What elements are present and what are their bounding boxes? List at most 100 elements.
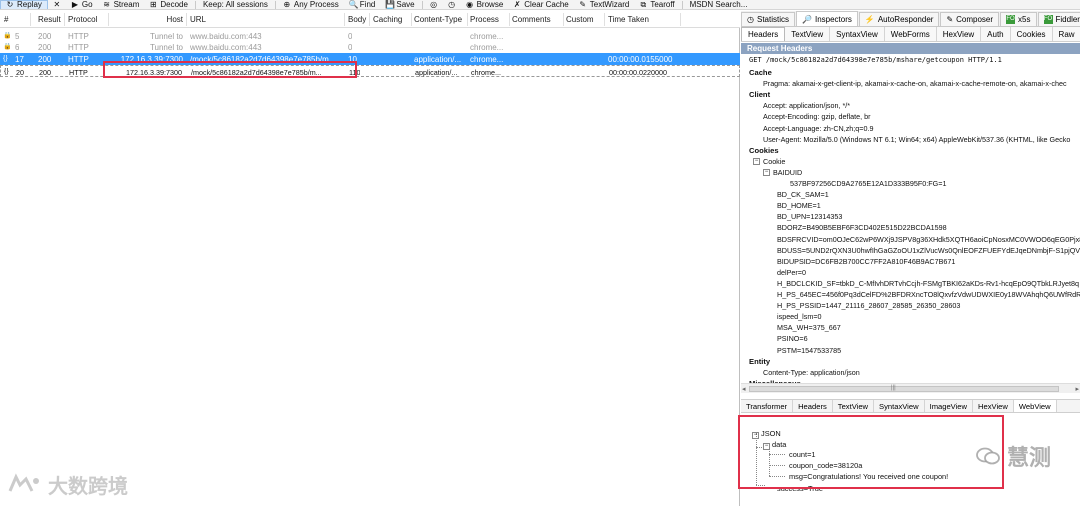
response-tab-imageview[interactable]: ImageView: [925, 400, 974, 412]
toolbar-item-stream[interactable]: ≋ Stream: [98, 0, 145, 9]
header-tree-node[interactable]: − BAIDUID: [763, 168, 802, 177]
header-entry[interactable]: PSINO=6: [777, 334, 808, 343]
column-divider[interactable]: [64, 13, 65, 26]
json-msg[interactable]: msg=Congratulations! You received one co…: [789, 472, 948, 481]
header-entry[interactable]: H_PS_645EC=456f0Pq3dCelFD%2BFDRXncTO8lQx…: [777, 290, 1080, 299]
column-divider[interactable]: [563, 13, 564, 26]
toolbar-item-decode[interactable]: ⊞ Decode: [144, 0, 193, 9]
header-entry[interactable]: MSA_WH=375_667: [777, 323, 841, 332]
tab-autoresponder[interactable]: ⚡ AutoResponder: [858, 12, 940, 26]
column-header-custom[interactable]: Custom: [566, 15, 594, 24]
toolbar-item-tearoff[interactable]: ⧉ Tearoff: [634, 0, 679, 9]
tab-composer[interactable]: ✎ Composer: [940, 12, 1000, 26]
column-header-protocol[interactable]: Protocol: [68, 15, 97, 24]
column-divider[interactable]: [467, 13, 468, 26]
column-divider[interactable]: [604, 13, 605, 26]
toolbar-item-remove[interactable]: ✕: [48, 0, 66, 9]
header-entry[interactable]: User-Agent: Mozilla/5.0 (Windows NT 6.1;…: [763, 135, 1070, 144]
response-tab-transformer[interactable]: Transformer: [741, 400, 794, 412]
toolbar-item-clear-cache[interactable]: ✗ Clear Cache: [508, 0, 573, 9]
header-entry[interactable]: Accept-Language: zh-CN,zh;q=0.9: [763, 124, 873, 133]
scroll-left-icon[interactable]: ◂: [742, 385, 746, 393]
column-header-content-type[interactable]: Content-Type: [414, 15, 462, 24]
request-tab-webforms[interactable]: WebForms: [885, 27, 937, 41]
scroll-right-icon[interactable]: ▸: [1075, 385, 1079, 393]
column-divider[interactable]: [344, 13, 345, 26]
request-tab-cookies[interactable]: Cookies: [1011, 27, 1053, 41]
toolbar-item-camera[interactable]: ◎: [425, 0, 443, 9]
tab-statistics[interactable]: ◷ Statistics: [741, 12, 795, 26]
tab-inspectors[interactable]: 🔎 Inspectors: [796, 11, 858, 26]
collapse-toggle-icon[interactable]: −: [763, 169, 770, 177]
column-divider[interactable]: [108, 13, 109, 26]
session-row[interactable]: 🔒 6 200 HTTP Tunnel to www.baidu.com:443 0 chro…: [0, 41, 740, 53]
session-row[interactable]: {} 17 200 HTTP 172.16.3.39:7300/mock/5c86182…: [0, 53, 740, 65]
scrollbar-thumb[interactable]: [749, 386, 1059, 392]
header-entry[interactable]: H_PS_PSSID=1447_21116_28607_28585_26350_…: [777, 301, 960, 310]
header-entry[interactable]: BD_UPN=12314353: [777, 212, 842, 221]
toolbar-item-replay[interactable]: ↻ Replay: [0, 0, 48, 9]
header-entry[interactable]: H_BDCLCKID_SF=tbkD_C-MfIvhDRTvhCcjh-FSMg…: [777, 279, 1079, 288]
column-header-url[interactable]: URL: [190, 15, 206, 24]
header-entry[interactable]: Accept-Encoding: gzip, deflate, br: [763, 112, 870, 121]
tab-fiddler-orche[interactable]: FOFiddler Orche: [1037, 12, 1080, 26]
horizontal-scrollbar[interactable]: ◂ ||| ▸: [741, 383, 1080, 393]
response-tab-textview[interactable]: TextView: [833, 400, 875, 412]
toolbar-item-timer[interactable]: ◷: [443, 0, 461, 9]
toolbar-item-find[interactable]: 🔍 Find: [344, 0, 381, 9]
json-root-node[interactable]: − JSON: [752, 429, 781, 439]
toolbar-item-browse[interactable]: ◉ Browse: [461, 0, 509, 9]
column-header-process[interactable]: Process: [470, 15, 499, 24]
json-coupon-code[interactable]: coupon_code=38120a: [789, 461, 862, 470]
json-count[interactable]: count=1: [789, 450, 816, 459]
header-entry[interactable]: Pragma: akamai-x-get-client-ip, akamai-x…: [763, 79, 1067, 88]
response-tab-headers[interactable]: Headers: [793, 400, 833, 412]
column-divider[interactable]: [369, 13, 370, 26]
header-entry[interactable]: BDUSS=5UND2rQXN3U0hwfIhGaGZoOU1xZlVucWs0…: [777, 246, 1080, 255]
column-header-result[interactable]: Result: [38, 15, 61, 24]
collapse-toggle-icon[interactable]: −: [753, 158, 760, 166]
header-entry[interactable]: PSTM=1547533785: [777, 346, 841, 355]
header-entry[interactable]: delPer=0: [777, 268, 806, 277]
column-divider[interactable]: [411, 13, 412, 26]
request-tab-headers[interactable]: Headers: [741, 27, 786, 41]
column-divider[interactable]: [30, 13, 31, 26]
request-tab-textview[interactable]: TextView: [785, 27, 831, 41]
json-success[interactable]: success=True: [777, 484, 823, 493]
toolbar-item-textwizard[interactable]: ✎ TextWizard: [574, 0, 635, 9]
request-tab-raw[interactable]: Raw: [1053, 27, 1080, 41]
column-header-caching[interactable]: Caching: [373, 15, 402, 24]
header-entry[interactable]: BDSFRCVID=om0OJeC62wP6WXj9JSPV8g36XHdk5X…: [777, 235, 1080, 244]
header-entry[interactable]: ispeed_lsm=0: [777, 312, 822, 321]
response-tab-hexview[interactable]: HexView: [973, 400, 1014, 412]
column-divider[interactable]: [186, 13, 187, 26]
header-tree-node[interactable]: − Cookie: [753, 157, 785, 166]
header-entry[interactable]: BDORZ=B490B5EBF6F3CD402E515D22BCDA1598: [777, 223, 947, 232]
json-data-node[interactable]: − data: [763, 440, 786, 450]
toolbar-item-save[interactable]: 💾 Save: [380, 0, 419, 9]
header-entry[interactable]: BD_CK_SAM=1: [777, 190, 829, 199]
header-entry[interactable]: 537BF97256CD9A2765E12A1D333B95F0:FG=1: [790, 179, 946, 188]
column-header-[interactable]: #: [4, 15, 8, 24]
request-tab-syntaxview[interactable]: SyntaxView: [830, 27, 885, 41]
column-divider[interactable]: [509, 13, 510, 26]
header-entry[interactable]: Accept: application/json, */*: [763, 101, 850, 110]
column-header-comments[interactable]: Comments: [512, 15, 551, 24]
column-header-host[interactable]: Host: [167, 15, 183, 24]
header-entry[interactable]: BIDUPSID=DC6FB2B700CC7FF2A810F46B9AC7B67…: [777, 257, 955, 266]
request-tab-auth[interactable]: Auth: [981, 27, 1011, 41]
toolbar-item-msdn-search[interactable]: MSDN Search...: [685, 0, 753, 9]
session-row[interactable]: {} 20 200 HTTP 172.16.3.39:7300/mock/5c86182…: [0, 65, 740, 77]
column-header-time-taken[interactable]: Time Taken: [608, 15, 649, 24]
column-header-body[interactable]: Body: [348, 15, 366, 24]
toolbar-item-go[interactable]: ▶ Go: [66, 0, 98, 9]
toolbar-item-any-process[interactable]: ⊕ Any Process: [278, 0, 344, 9]
response-tab-syntaxview[interactable]: SyntaxView: [874, 400, 925, 412]
response-tab-webview[interactable]: WebView: [1013, 400, 1057, 412]
column-divider[interactable]: [680, 13, 681, 26]
header-entry[interactable]: BD_HOME=1: [777, 201, 821, 210]
header-entry[interactable]: Content-Type: application/json: [763, 368, 860, 377]
request-tab-hexview[interactable]: HexView: [937, 27, 982, 41]
tab-x5s[interactable]: FO x5s: [1000, 12, 1037, 26]
toolbar-item-keep-all-sessions[interactable]: Keep: All sessions: [198, 0, 273, 9]
